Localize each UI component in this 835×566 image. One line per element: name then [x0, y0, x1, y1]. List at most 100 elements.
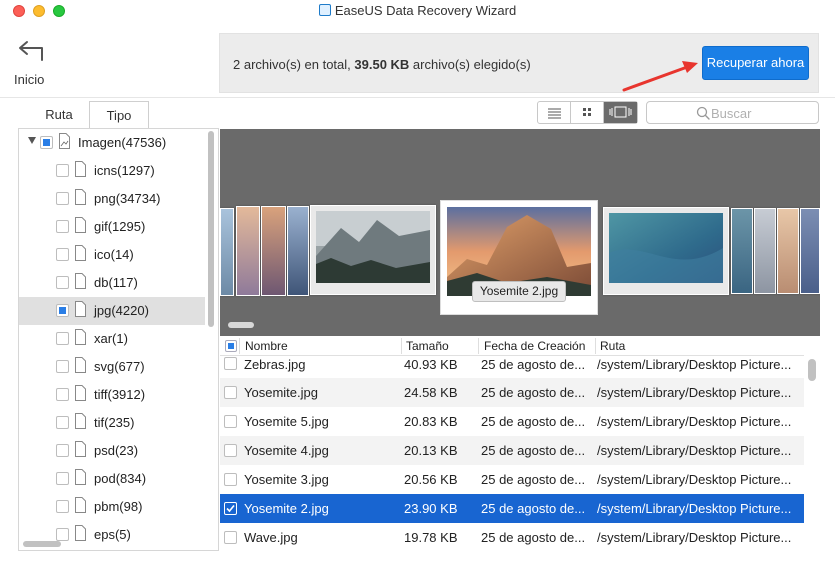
row-checkbox[interactable] [224, 386, 237, 399]
table-row-selected[interactable]: Yosemite 2.jpg 23.90 KB 25 de agosto de.… [220, 494, 804, 523]
cell-date: 25 de agosto de... [481, 501, 586, 516]
red-arrow-icon [622, 61, 698, 92]
select-all-checkbox[interactable] [225, 340, 237, 352]
tree-checkbox[interactable] [56, 444, 69, 457]
grid-view-button[interactable] [571, 102, 604, 123]
tree-checkbox[interactable] [56, 472, 69, 485]
tree-checkbox[interactable] [56, 332, 69, 345]
preview-horizontal-scrollbar[interactable] [228, 322, 254, 328]
column-separator [595, 338, 596, 354]
tree-item[interactable]: xar(1) [19, 325, 205, 353]
tree-checkbox[interactable] [56, 248, 69, 261]
thumbnail[interactable] [220, 208, 234, 296]
search-icon [696, 106, 710, 120]
tree-item[interactable]: svg(677) [19, 353, 205, 381]
tree-label: jpg(4220) [94, 303, 149, 318]
thumbnail[interactable] [603, 207, 729, 295]
disclosure-triangle-icon[interactable] [28, 137, 36, 144]
thumbnail[interactable] [800, 208, 820, 294]
row-checkbox[interactable] [224, 531, 237, 544]
row-checkbox[interactable] [224, 415, 237, 428]
column-header-size[interactable]: Tamaño [406, 339, 449, 353]
row-checkbox[interactable] [224, 473, 237, 486]
tree-item[interactable]: tif(235) [19, 409, 205, 437]
thumbnail[interactable] [236, 206, 260, 296]
table-row[interactable]: Yosemite 5.jpg 20.83 KB 25 de agosto de.… [220, 407, 804, 436]
thumbnail[interactable] [777, 208, 799, 294]
table-row[interactable]: Wave.jpg 19.78 KB 25 de agosto de... /sy… [220, 523, 804, 552]
tab-ruta[interactable]: Ruta [30, 101, 88, 129]
tree-label: xar(1) [94, 331, 128, 346]
file-icon [75, 189, 86, 205]
thumbnail[interactable] [731, 208, 753, 294]
recover-now-button[interactable]: Recuperar ahora [702, 46, 809, 80]
column-header-date[interactable]: Fecha de Creación [484, 339, 585, 353]
table-row[interactable]: Zebras.jpg 40.93 KB 25 de agosto de... /… [220, 357, 804, 375]
row-checkbox[interactable] [224, 444, 237, 457]
tree-checkbox[interactable] [40, 136, 53, 149]
tree-item[interactable]: gif(1295) [19, 213, 205, 241]
tree-item[interactable]: psd(23) [19, 437, 205, 465]
tree-item[interactable]: pod(834) [19, 465, 205, 493]
tree-label: psd(23) [94, 443, 139, 458]
row-checkbox-checked[interactable] [224, 502, 237, 515]
thumbnail[interactable] [310, 205, 436, 295]
tree-checkbox[interactable] [56, 360, 69, 373]
search-input[interactable] [711, 104, 811, 122]
half-dome-thumbnail [316, 211, 430, 283]
summary-suffix: archivo(s) elegido(s) [409, 57, 531, 72]
selection-summary: 2 archivo(s) en total, 39.50 KB archivo(… [233, 57, 531, 72]
thumbnail[interactable] [287, 206, 309, 296]
tree-horizontal-scrollbar[interactable] [23, 541, 61, 547]
tree-root-imagen[interactable]: Imagen(47536) [19, 129, 205, 157]
thumbnail[interactable] [261, 206, 286, 296]
cell-path: /system/Library/Desktop Picture... [597, 443, 792, 458]
tree-vertical-scrollbar[interactable] [208, 131, 214, 327]
tree-label: png(34734) [94, 191, 161, 206]
file-icon [75, 273, 86, 289]
tree-checkbox[interactable] [56, 164, 69, 177]
tree-item[interactable]: png(34734) [19, 185, 205, 213]
table-row[interactable]: Yosemite 4.jpg 20.13 KB 25 de agosto de.… [220, 436, 804, 465]
selected-thumbnail[interactable]: Yosemite 2.jpg [440, 200, 598, 315]
view-mode-toggle [537, 101, 638, 124]
table-vertical-scrollbar[interactable] [808, 359, 816, 381]
checkmark-icon [226, 504, 235, 513]
home-label: Inicio [14, 72, 45, 87]
tree-item[interactable]: tiff(3912) [19, 381, 205, 409]
row-checkbox[interactable] [224, 357, 237, 370]
column-header-path[interactable]: Ruta [600, 339, 625, 353]
thumbnail[interactable] [754, 208, 776, 294]
tree-checkbox[interactable] [56, 388, 69, 401]
tree-label: tiff(3912) [94, 387, 146, 402]
column-header-name[interactable]: Nombre [245, 339, 288, 353]
cell-path: /system/Library/Desktop Picture... [597, 385, 792, 400]
column-separator [239, 338, 240, 354]
tree-item[interactable]: pbm(98) [19, 493, 205, 521]
tree-item[interactable]: db(117) [19, 269, 205, 297]
cover-flow-view-button[interactable] [604, 102, 637, 123]
tree-checkbox[interactable] [56, 220, 69, 233]
cell-path: /system/Library/Desktop Picture... [597, 501, 792, 516]
table-row[interactable]: Yosemite.jpg 24.58 KB 25 de agosto de...… [220, 378, 804, 407]
tree-item[interactable]: icns(1297) [19, 157, 205, 185]
tree-checkbox[interactable] [56, 500, 69, 513]
tree-item-selected[interactable]: jpg(4220) [19, 297, 205, 325]
tree-checkbox[interactable] [56, 528, 69, 541]
file-icon [75, 385, 86, 401]
column-separator [401, 338, 402, 354]
list-view-icon [548, 108, 561, 119]
tab-tipo[interactable]: Tipo [89, 101, 149, 129]
tree-checkbox[interactable] [56, 416, 69, 429]
home-button[interactable]: Inicio [14, 38, 54, 90]
app-icon [318, 4, 331, 16]
tree-item[interactable]: ico(14) [19, 241, 205, 269]
tree-checkbox[interactable] [56, 304, 69, 317]
table-row[interactable]: Yosemite 3.jpg 20.56 KB 25 de agosto de.… [220, 465, 804, 494]
file-icon [75, 301, 86, 317]
file-icon [75, 245, 86, 261]
tree-checkbox[interactable] [56, 192, 69, 205]
tree-checkbox[interactable] [56, 276, 69, 289]
list-view-button[interactable] [538, 102, 571, 123]
file-table: Zebras.jpg 40.93 KB 25 de agosto de... /… [220, 357, 804, 552]
